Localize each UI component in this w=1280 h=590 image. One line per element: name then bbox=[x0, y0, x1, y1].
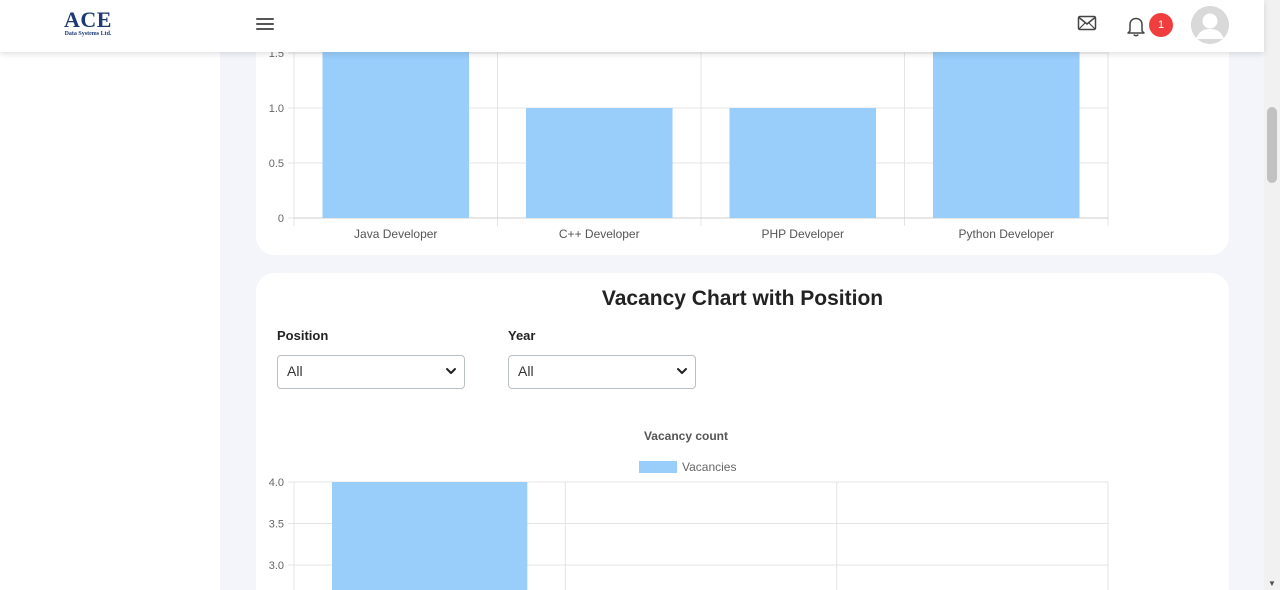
vacancy-chart-title: Vacancy Chart with Position bbox=[601, 287, 884, 310]
mail-icon[interactable] bbox=[1077, 14, 1097, 32]
year-select-value: All bbox=[518, 363, 534, 379]
y-tick-label: 4.0 bbox=[269, 477, 284, 489]
top-navbar: ACE Data Systems Ltd. 1 bbox=[0, 0, 1264, 52]
y-tick-label: 0 bbox=[278, 213, 284, 225]
bar bbox=[331, 482, 528, 590]
vacancy-chart: Vacancy count Vacancies 3.0 3.5 4.0 bbox=[269, 429, 1109, 590]
year-select[interactable]: All bbox=[508, 355, 696, 389]
x-tick-label: PHP Developer bbox=[762, 227, 845, 241]
x-tick-label: C++ Developer bbox=[559, 227, 640, 241]
year-filter-label: Year bbox=[508, 328, 536, 343]
bell-icon[interactable] bbox=[1126, 15, 1146, 37]
bar bbox=[729, 108, 877, 218]
y-tick-label: 0.5 bbox=[269, 158, 284, 170]
legend-swatch bbox=[639, 461, 677, 473]
legend-label: Vacancies bbox=[682, 460, 736, 474]
position-select[interactable]: All bbox=[277, 355, 465, 389]
position-chart: 00.51.01.5Java Developer C++ Developer PHP… bbox=[269, 40, 1109, 241]
position-select-value: All bbox=[287, 363, 303, 379]
notification-badge[interactable]: 1 bbox=[1149, 13, 1173, 37]
chevron-down-icon bbox=[677, 368, 687, 374]
bar bbox=[932, 40, 1080, 218]
logo-text: ACE bbox=[64, 7, 112, 32]
x-tick-label: Python Developer bbox=[959, 227, 1054, 241]
x-tick-label: Java Developer bbox=[354, 227, 437, 241]
position-filter-label: Position bbox=[277, 328, 329, 343]
scrollbar-thumb[interactable] bbox=[1267, 107, 1277, 183]
page-scrollbar[interactable]: ▼ bbox=[1264, 0, 1280, 590]
logo-subtext: Data Systems Ltd. bbox=[64, 31, 112, 37]
scroll-down-arrow-icon[interactable]: ▼ bbox=[1268, 580, 1276, 588]
y-tick-label: 3.0 bbox=[269, 560, 284, 572]
sidebar bbox=[0, 52, 220, 590]
company-logo[interactable]: ACE Data Systems Ltd. bbox=[60, 9, 116, 38]
y-tick-label: 1.0 bbox=[269, 103, 284, 115]
chevron-down-icon bbox=[446, 368, 456, 374]
user-avatar-icon[interactable] bbox=[1191, 6, 1229, 44]
chart-title: Vacancy count bbox=[644, 429, 728, 443]
bar bbox=[525, 108, 673, 218]
y-tick-label: 3.5 bbox=[269, 519, 284, 531]
menu-icon[interactable] bbox=[256, 18, 274, 32]
bar bbox=[322, 40, 470, 218]
